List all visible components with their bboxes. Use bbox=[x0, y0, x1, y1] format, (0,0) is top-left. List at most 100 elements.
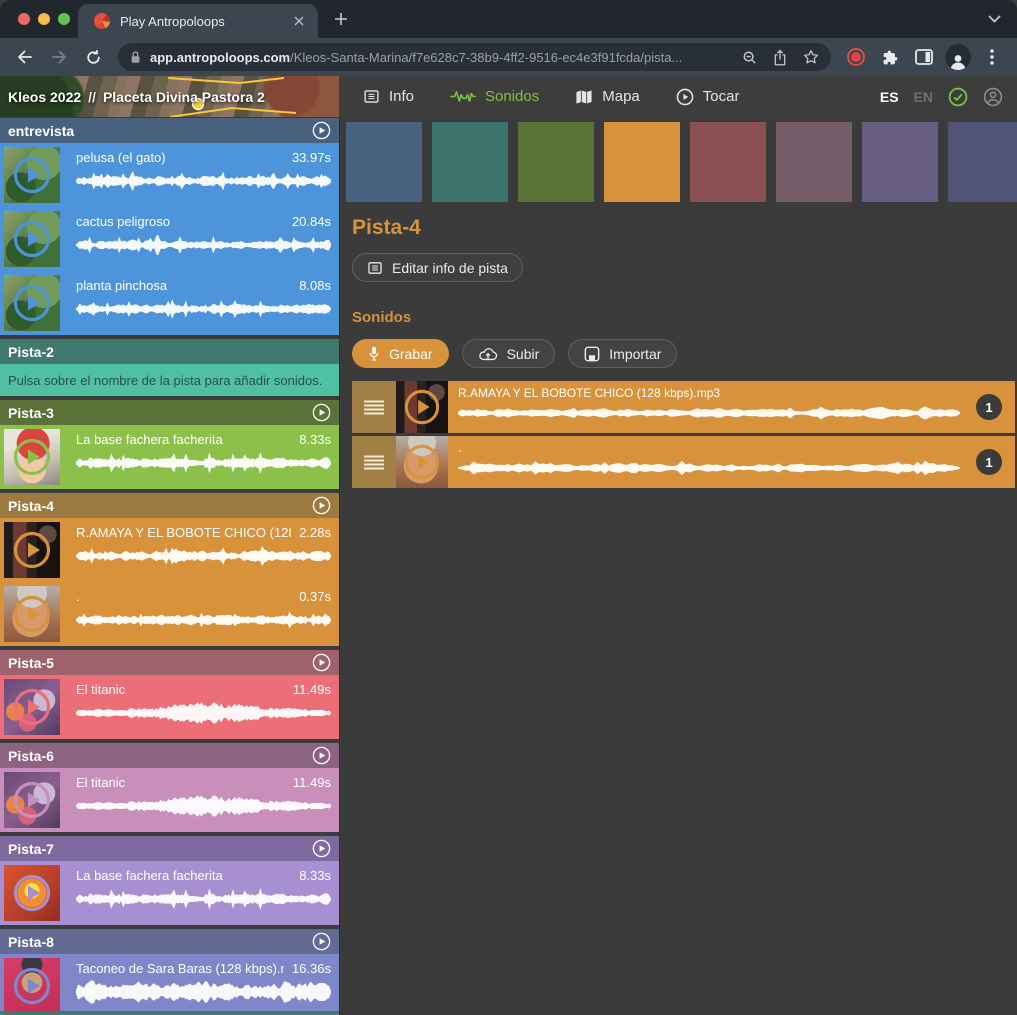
sound-row[interactable]: .1 bbox=[352, 436, 1015, 488]
tab-close-icon[interactable] bbox=[290, 12, 308, 30]
track-swatch-4[interactable] bbox=[604, 122, 680, 202]
track-header-pista-8[interactable]: Pista-8 bbox=[0, 929, 339, 954]
clip-row[interactable]: R.AMAYA Y EL BOBOTE CHICO (128 kbps)....… bbox=[0, 518, 339, 582]
track-sidebar: entrevista pelusa (el gato)33.97s cactus… bbox=[0, 117, 340, 1015]
track-header-pista-5[interactable]: Pista-5 bbox=[0, 650, 339, 675]
record-extension-icon[interactable] bbox=[841, 42, 871, 72]
window-zoom-button[interactable] bbox=[58, 13, 70, 25]
nav-item-info[interactable]: Info bbox=[363, 88, 414, 105]
clip-row[interactable]: La base fachera facherita8.33s bbox=[0, 425, 339, 489]
track-play-all-button[interactable] bbox=[312, 403, 331, 422]
browser-menu-icon[interactable] bbox=[977, 42, 1007, 72]
profile-avatar[interactable] bbox=[943, 42, 973, 72]
clip-row[interactable]: pelusa (el gato)33.97s bbox=[0, 143, 339, 207]
clip-thumbnail[interactable] bbox=[4, 429, 60, 485]
clip-row[interactable]: El titanic11.49s bbox=[0, 675, 339, 739]
clip-play-icon[interactable] bbox=[12, 155, 52, 195]
share-icon[interactable] bbox=[773, 49, 787, 66]
import-button[interactable]: Importar bbox=[568, 339, 677, 368]
clip-play-icon[interactable] bbox=[403, 443, 441, 481]
clip-row[interactable]: La base fachera facherita8.33s bbox=[0, 861, 339, 925]
nav-item-mapa[interactable]: Mapa bbox=[575, 88, 640, 105]
drag-handle-icon[interactable] bbox=[352, 381, 396, 433]
track-swatch-2[interactable] bbox=[432, 122, 508, 202]
clip-thumbnail[interactable] bbox=[4, 275, 60, 331]
clip-play-icon[interactable] bbox=[12, 283, 52, 323]
clip-play-icon[interactable] bbox=[12, 687, 52, 727]
clip-thumbnail[interactable] bbox=[4, 772, 60, 828]
clip-text-line: planta pinchosa8.08s bbox=[76, 278, 331, 293]
bookmark-star-icon[interactable] bbox=[803, 49, 819, 65]
clip-thumbnail[interactable] bbox=[4, 147, 60, 203]
track-header-pista-6[interactable]: Pista-6 bbox=[0, 743, 339, 768]
language-en[interactable]: EN bbox=[914, 89, 933, 105]
clip-play-icon[interactable] bbox=[12, 780, 52, 820]
forward-button[interactable] bbox=[44, 42, 74, 72]
track-header-entrevista[interactable]: entrevista bbox=[0, 118, 339, 143]
clip-play-icon[interactable] bbox=[12, 594, 52, 634]
extensions-puzzle-icon[interactable] bbox=[875, 42, 905, 72]
record-button[interactable]: Grabar bbox=[352, 339, 449, 368]
sync-check-icon[interactable] bbox=[948, 87, 968, 107]
clip-row[interactable]: cactus peligroso20.84s bbox=[0, 207, 339, 271]
tab-search-chevron-icon[interactable] bbox=[988, 15, 1001, 23]
track-play-all-button[interactable] bbox=[312, 839, 331, 858]
clip-row[interactable]: El titanic11.49s bbox=[0, 768, 339, 832]
reload-button[interactable] bbox=[78, 42, 108, 72]
track-play-all-button[interactable] bbox=[312, 746, 331, 765]
window-minimize-button[interactable] bbox=[38, 13, 50, 25]
edit-track-info-button[interactable]: Editar info de pista bbox=[352, 253, 523, 282]
clip-row[interactable]: Taconeo de Sara Baras (128 kbps).mp316.3… bbox=[0, 954, 339, 1015]
clip-thumbnail[interactable] bbox=[4, 958, 60, 1014]
track-play-all-button[interactable] bbox=[312, 932, 331, 951]
breadcrumb-location[interactable]: Placeta Divina Pastora 2 bbox=[103, 89, 265, 105]
clip-thumbnail[interactable] bbox=[4, 586, 60, 642]
clip-thumbnail[interactable] bbox=[4, 522, 60, 578]
track-swatch-1[interactable] bbox=[346, 122, 422, 202]
nav-item-tocar[interactable]: Tocar bbox=[676, 88, 740, 106]
track-header-pista-4[interactable]: Pista-4 bbox=[0, 493, 339, 518]
clip-thumbnail[interactable] bbox=[4, 679, 60, 735]
clip-thumbnail[interactable] bbox=[4, 865, 60, 921]
track-play-all-button[interactable] bbox=[312, 496, 331, 515]
window-close-button[interactable] bbox=[18, 13, 30, 25]
clip-title: R.AMAYA Y EL BOBOTE CHICO (128 kbps).... bbox=[76, 525, 291, 540]
track-swatch-3[interactable] bbox=[518, 122, 594, 202]
project-map-thumbnail[interactable]: Kleos 2022 // Placeta Divina Pastora 2 bbox=[0, 76, 339, 117]
side-panel-icon[interactable] bbox=[909, 42, 939, 72]
track-play-all-button[interactable] bbox=[312, 653, 331, 672]
track-swatch-8[interactable] bbox=[948, 122, 1017, 202]
clip-play-icon[interactable] bbox=[12, 437, 52, 477]
drag-handle-icon[interactable] bbox=[352, 436, 396, 488]
clip-row[interactable]: .0.37s bbox=[0, 582, 339, 646]
account-icon[interactable] bbox=[983, 87, 1003, 107]
new-tab-button[interactable] bbox=[334, 12, 348, 26]
back-button[interactable] bbox=[10, 42, 40, 72]
clip-play-icon[interactable] bbox=[12, 530, 52, 570]
sound-row[interactable]: R.AMAYA Y EL BOBOTE CHICO (128 kbps).mp3… bbox=[352, 381, 1015, 433]
clip-play-icon[interactable] bbox=[403, 388, 441, 426]
track-swatch-7[interactable] bbox=[862, 122, 938, 202]
track-header-pista-2[interactable]: Pista-2 bbox=[0, 339, 339, 364]
track-header-pista-3[interactable]: Pista-3 bbox=[0, 400, 339, 425]
clip-play-icon[interactable] bbox=[12, 966, 52, 1006]
track-header-pista-7[interactable]: Pista-7 bbox=[0, 836, 339, 861]
clip-row[interactable]: planta pinchosa8.08s bbox=[0, 271, 339, 335]
clip-play-icon[interactable] bbox=[12, 873, 52, 913]
clip-play-icon[interactable] bbox=[12, 219, 52, 259]
nav-item-sonidos[interactable]: Sonidos bbox=[450, 88, 539, 105]
language-es[interactable]: ES bbox=[880, 89, 899, 105]
breadcrumb-project[interactable]: Kleos 2022 bbox=[8, 89, 81, 105]
clip-duration: 8.33s bbox=[299, 432, 331, 447]
zoom-out-icon[interactable] bbox=[742, 50, 757, 65]
upload-button[interactable]: Subir bbox=[462, 339, 556, 368]
clip-thumbnail[interactable] bbox=[4, 211, 60, 267]
track-play-all-button[interactable] bbox=[312, 121, 331, 140]
address-bar[interactable]: app.antropoloops.com/Kleos-Santa-Marina/… bbox=[118, 43, 831, 71]
sound-thumbnail[interactable] bbox=[396, 436, 448, 488]
track-swatch-6[interactable] bbox=[776, 122, 852, 202]
browser-tab[interactable]: Play Antropoloops bbox=[78, 4, 318, 38]
track-section-pista-2: Pista-2Pulsa sobre el nombre de la pista… bbox=[0, 339, 339, 396]
sound-thumbnail[interactable] bbox=[396, 381, 448, 433]
track-swatch-5[interactable] bbox=[690, 122, 766, 202]
